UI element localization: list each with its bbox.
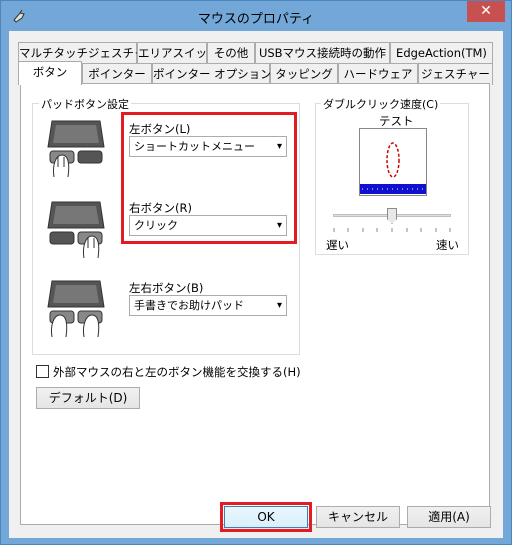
fast-label: 速い [436, 238, 459, 252]
tab-tapping[interactable]: タッピング [270, 63, 338, 85]
tab-usb-mouse-behavior[interactable]: USBマウス接続時の動作 [255, 42, 390, 64]
pad-button-settings-title: パッドボタン設定 [39, 96, 131, 112]
close-button[interactable]: ✕ [467, 1, 505, 22]
dialog-client: マルチタッチジェスチャー エリアスイッチ その他 USBマウス接続時の動作 Ed… [9, 31, 503, 538]
touchpad-right-button-icon [47, 201, 105, 259]
highlight-box [121, 112, 297, 244]
tab-pointer[interactable]: ポインター [82, 63, 152, 85]
both-buttons-value: 手書きでお助けパッド [134, 299, 244, 312]
tab-edgeaction[interactable]: EdgeAction(TM) [390, 42, 493, 64]
tab-other[interactable]: その他 [207, 42, 255, 64]
double-click-speed-slider[interactable] [333, 208, 451, 228]
tab-buttons[interactable]: ボタン [18, 61, 82, 85]
swap-buttons-label[interactable]: 外部マウスの右と左のボタン機能を交換する(H) [53, 364, 301, 380]
buttons-tab-panel: パッドボタン設定 左ボタン(L) ショートカットメニュー ▾ 右ボタン(R) ク… [20, 83, 490, 525]
slow-label: 遅い [326, 238, 349, 252]
tab-gesture[interactable]: ジェスチャー [418, 63, 493, 85]
touchpad-left-button-icon [47, 120, 105, 178]
slider-ticks [333, 228, 451, 232]
touchpad-both-buttons-icon [47, 280, 105, 338]
window-title: マウスのプロパティ [197, 12, 315, 27]
tab-area-switch[interactable]: エリアスイッチ [137, 42, 219, 64]
test-label: テスト [379, 114, 414, 128]
ok-highlight-box [220, 502, 312, 532]
mouse-properties-window: マウスのプロパティ ✕ マルチタッチジェスチャー エリアスイッチ その他 USB… [0, 0, 512, 545]
both-buttons-label: 左右ボタン(B) [129, 281, 204, 295]
tab-pointer-options[interactable]: ポインター オプション [152, 63, 272, 85]
chevron-down-icon: ▾ [276, 300, 282, 311]
slider-thumb[interactable] [387, 208, 397, 224]
default-button[interactable]: デフォルト(D) [36, 387, 140, 409]
apply-button[interactable]: 適用(A) [407, 506, 491, 528]
cancel-button[interactable]: キャンセル [316, 506, 400, 528]
both-buttons-select[interactable]: 手書きでお助けパッド ▾ [129, 295, 287, 316]
title-bar[interactable]: マウスのプロパティ ✕ [1, 1, 511, 31]
tab-hardware[interactable]: ハードウェア [338, 63, 418, 85]
swap-buttons-checkbox[interactable] [36, 365, 49, 378]
double-click-test-area[interactable] [359, 128, 427, 196]
double-click-speed-title: ダブルクリック速度(C) [321, 96, 441, 112]
